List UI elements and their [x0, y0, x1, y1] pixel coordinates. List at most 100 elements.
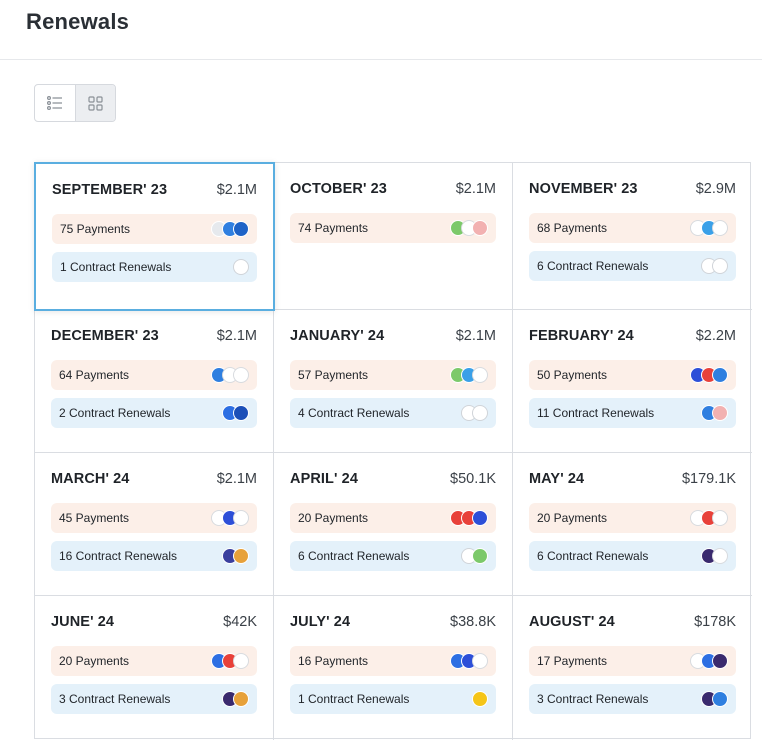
- vendor-logos: [233, 259, 249, 275]
- month-card[interactable]: DECEMBER' 23 $2.1M 64 Payments 2 Contract R…: [35, 310, 274, 453]
- payments-pill[interactable]: 68 Payments: [529, 213, 736, 243]
- contract-renewals-pill[interactable]: 1 Contract Renewals: [290, 684, 496, 714]
- month-card[interactable]: MAY' 24 $179.1K 20 Payments 6 Contract Rene…: [513, 453, 752, 596]
- vendor-logo-icon: [233, 510, 249, 526]
- month-card[interactable]: JANUARY' 24 $2.1M 57 Payments 4 Contract Re…: [274, 310, 513, 453]
- vendor-logos: [461, 405, 488, 421]
- renewals-count: 6 Contract Renewals: [537, 549, 649, 563]
- vendor-logo-icon: [712, 367, 728, 383]
- payments-count: 20 Payments: [537, 511, 608, 525]
- payments-pill[interactable]: 20 Payments: [290, 503, 496, 533]
- grid-view-button[interactable]: [75, 85, 115, 121]
- contract-renewals-pill[interactable]: 3 Contract Renewals: [529, 684, 736, 714]
- vendor-logos: [701, 258, 728, 274]
- vendor-logo-icon: [712, 691, 728, 707]
- payments-count: 20 Payments: [298, 511, 369, 525]
- month-card[interactable]: JUNE' 24 $42K 20 Payments 3 Contract Renewa…: [35, 596, 274, 740]
- month-card[interactable]: FEBRUARY' 24 $2.2M 50 Payments 11 Contract …: [513, 310, 752, 453]
- contract-renewals-pill[interactable]: 4 Contract Renewals: [290, 398, 496, 428]
- month-card[interactable]: JULY' 24 $38.8K 16 Payments 1 Contract Rene…: [274, 596, 513, 740]
- list-view-icon: [47, 96, 62, 110]
- grid-view-icon: [88, 95, 103, 111]
- renewals-count: 2 Contract Renewals: [59, 406, 171, 420]
- renewals-count: 4 Contract Renewals: [298, 406, 410, 420]
- payments-pill[interactable]: 64 Payments: [51, 360, 257, 390]
- month-label: APRIL' 24: [290, 471, 359, 487]
- vendor-logos: [450, 220, 488, 236]
- vendor-logos: [222, 405, 249, 421]
- vendor-logo-icon: [472, 548, 488, 564]
- payments-count: 50 Payments: [537, 368, 608, 382]
- payments-pill[interactable]: 74 Payments: [290, 213, 496, 243]
- vendor-logo-icon: [472, 691, 488, 707]
- month-label: JUNE' 24: [51, 614, 115, 630]
- contract-renewals-pill[interactable]: 16 Contract Renewals: [51, 541, 257, 571]
- contract-renewals-pill[interactable]: 6 Contract Renewals: [529, 541, 736, 571]
- month-label: AUGUST' 24: [529, 614, 615, 630]
- vendor-logo-icon: [233, 259, 249, 275]
- month-card[interactable]: AUGUST' 24 $178K 17 Payments 3 Contract Ren…: [513, 596, 752, 740]
- vendor-logos: [690, 510, 728, 526]
- vendor-logo-icon: [712, 510, 728, 526]
- payments-pill[interactable]: 57 Payments: [290, 360, 496, 390]
- vendor-logos: [461, 548, 488, 564]
- renewals-grid: SEPTEMBER' 23 $2.1M 75 Payments 1 Contract …: [34, 162, 752, 740]
- contract-renewals-pill[interactable]: 11 Contract Renewals: [529, 398, 736, 428]
- month-card[interactable]: NOVEMBER' 23 $2.9M 68 Payments 6 Contract R…: [513, 163, 752, 310]
- vendor-logos: [450, 653, 488, 669]
- renewals-count: 6 Contract Renewals: [298, 549, 410, 563]
- month-amount: $2.1M: [216, 471, 257, 487]
- renewals-count: 3 Contract Renewals: [59, 692, 171, 706]
- vendor-logos: [450, 367, 488, 383]
- payments-pill[interactable]: 50 Payments: [529, 360, 736, 390]
- contract-renewals-pill[interactable]: 3 Contract Renewals: [51, 684, 257, 714]
- vendor-logos: [690, 653, 728, 669]
- month-card[interactable]: APRIL' 24 $50.1K 20 Payments 6 Contract Ren…: [274, 453, 513, 596]
- page-title: Renewals: [26, 9, 130, 34]
- contract-renewals-pill[interactable]: 6 Contract Renewals: [529, 251, 736, 281]
- vendor-logo-icon: [472, 653, 488, 669]
- payments-pill[interactable]: 17 Payments: [529, 646, 736, 676]
- payments-pill[interactable]: 20 Payments: [529, 503, 736, 533]
- payments-pill[interactable]: 20 Payments: [51, 646, 257, 676]
- vendor-logos: [211, 367, 249, 383]
- vendor-logo-icon: [712, 548, 728, 564]
- renewals-count: 16 Contract Renewals: [59, 549, 178, 563]
- payments-count: 74 Payments: [298, 221, 369, 235]
- payments-pill[interactable]: 45 Payments: [51, 503, 257, 533]
- vendor-logo-icon: [712, 258, 728, 274]
- vendor-logo-icon: [712, 405, 728, 421]
- vendor-logo-icon: [233, 691, 249, 707]
- month-card[interactable]: MARCH' 24 $2.1M 45 Payments 16 Contract Ren…: [35, 453, 274, 596]
- contract-renewals-pill[interactable]: 6 Contract Renewals: [290, 541, 496, 571]
- vendor-logos: [701, 405, 728, 421]
- vendor-logo-icon: [233, 548, 249, 564]
- month-card[interactable]: SEPTEMBER' 23 $2.1M 75 Payments 1 Contract …: [34, 162, 275, 311]
- month-label: MARCH' 24: [51, 471, 130, 487]
- list-view-button[interactable]: [35, 85, 75, 121]
- vendor-logo-icon: [472, 220, 488, 236]
- month-label: FEBRUARY' 24: [529, 328, 634, 344]
- vendor-logos: [211, 653, 249, 669]
- month-amount: $50.1K: [450, 471, 496, 487]
- month-label: DECEMBER' 23: [51, 328, 159, 344]
- month-card[interactable]: OCTOBER' 23 $2.1M 74 Payments: [274, 163, 513, 310]
- vendor-logos: [701, 548, 728, 564]
- contract-renewals-pill[interactable]: 2 Contract Renewals: [51, 398, 257, 428]
- vendor-logos: [450, 510, 488, 526]
- month-amount: $2.1M: [455, 181, 496, 197]
- vendor-logo-icon: [472, 405, 488, 421]
- vendor-logo-icon: [233, 653, 249, 669]
- payments-pill[interactable]: 16 Payments: [290, 646, 496, 676]
- month-amount: $2.1M: [216, 182, 257, 198]
- month-amount: $179.1K: [681, 471, 736, 487]
- vendor-logo-icon: [233, 221, 249, 237]
- payments-pill[interactable]: 75 Payments: [52, 214, 257, 244]
- month-label: NOVEMBER' 23: [529, 181, 638, 197]
- contract-renewals-pill[interactable]: 1 Contract Renewals: [52, 252, 257, 282]
- vendor-logos: [472, 691, 488, 707]
- payments-count: 68 Payments: [537, 221, 608, 235]
- month-amount: $178K: [694, 614, 736, 630]
- month-amount: $2.1M: [216, 328, 257, 344]
- vendor-logo-icon: [233, 405, 249, 421]
